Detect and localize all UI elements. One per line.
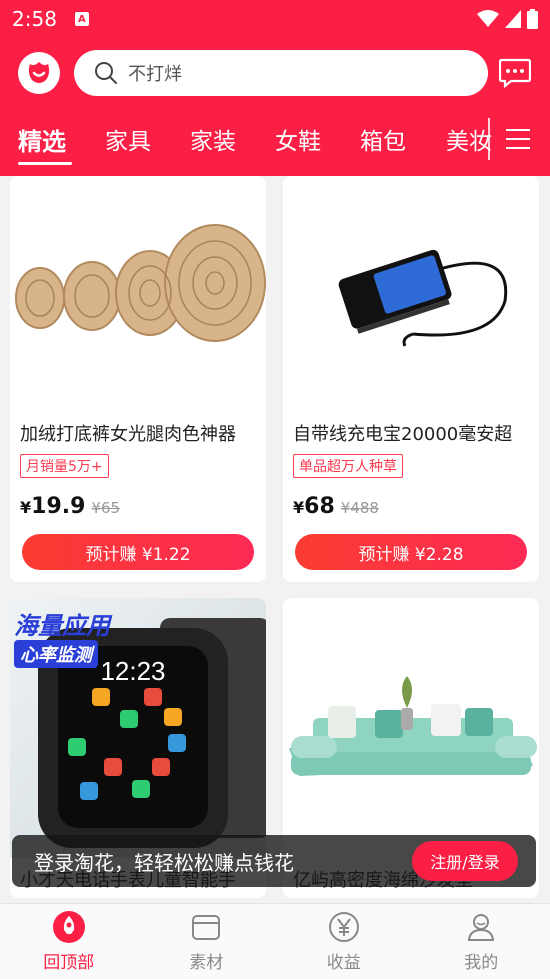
product-title: 加绒打底裤女光腿肉色神器 xyxy=(20,424,236,445)
sales-badge: 月销量5万+ xyxy=(20,454,109,478)
message-icon xyxy=(499,58,531,88)
tab-beauty[interactable]: 美妆 xyxy=(446,122,492,156)
yuan-icon xyxy=(327,910,361,944)
nav-label: 素材 xyxy=(189,953,224,973)
product-title: 自带线充电宝20000毫安超 xyxy=(293,424,513,445)
flower-logo-icon xyxy=(28,62,50,83)
product-price: ¥19.9 ¥65 xyxy=(20,494,121,519)
search-placeholder: 不打烊 xyxy=(128,64,182,85)
status-bar: 2:58 A xyxy=(0,0,550,38)
nav-label: 收益 xyxy=(326,953,361,973)
app-logo[interactable] xyxy=(18,52,60,94)
search-bar[interactable]: 不打烊 xyxy=(74,50,488,96)
notification-icon: A xyxy=(74,12,89,26)
tab-featured[interactable]: 精选 xyxy=(18,122,66,157)
nav-label: 回顶部 xyxy=(43,953,95,973)
image-caption: 海量应用 xyxy=(14,612,110,640)
product-card[interactable]: 加绒打底裤女光腿肉色神器 月销量5万+ ¥19.9 ¥65 预计赚 ¥1.22 xyxy=(10,176,266,582)
menu-icon[interactable] xyxy=(506,126,530,152)
bottom-navigation: 回顶部 素材 收益 我的 xyxy=(0,903,550,979)
nav-materials[interactable]: 素材 xyxy=(138,904,276,979)
tab-womens-shoes[interactable]: 女鞋 xyxy=(275,122,321,156)
nav-back-to-top[interactable]: 回顶部 xyxy=(0,904,138,979)
login-banner: 登录淘花，轻轻松松赚点钱花 注册/登录 xyxy=(12,835,536,887)
top-bar: 不打烊 xyxy=(0,38,550,108)
estimated-earn-button[interactable]: 预计赚 ¥2.28 xyxy=(295,534,527,570)
estimated-earn-button[interactable]: 预计赚 ¥1.22 xyxy=(22,534,254,570)
tab-divider xyxy=(488,118,490,160)
original-price: ¥65 xyxy=(91,499,121,517)
user-icon xyxy=(464,910,498,944)
sales-badge: 单品超万人种草 xyxy=(293,454,403,478)
original-price: ¥488 xyxy=(340,499,379,517)
status-time: 2:58 xyxy=(12,7,57,31)
nav-earnings[interactable]: 收益 xyxy=(275,904,413,979)
product-image xyxy=(283,176,539,401)
active-tab-indicator xyxy=(18,162,72,165)
product-image xyxy=(283,598,539,858)
battery-icon xyxy=(527,9,538,29)
tab-furniture[interactable]: 家具 xyxy=(105,122,151,156)
message-button[interactable] xyxy=(498,56,532,90)
rocket-icon xyxy=(52,910,86,944)
product-image xyxy=(10,176,266,401)
product-image: 12:23 海量应用 心率监测 xyxy=(10,598,266,858)
svg-text:12:23: 12:23 xyxy=(100,656,165,686)
signal-icon xyxy=(505,10,521,28)
nav-label: 我的 xyxy=(464,953,499,973)
tab-bags[interactable]: 箱包 xyxy=(360,122,406,156)
tab-home-decor[interactable]: 家装 xyxy=(190,122,236,156)
category-tabs: 精选 家具 家装 女鞋 箱包 美妆 xyxy=(0,108,550,176)
product-price: ¥68 ¥488 xyxy=(293,494,379,519)
folder-icon xyxy=(189,910,223,944)
image-caption: 心率监测 xyxy=(14,640,98,668)
search-icon xyxy=(95,62,117,84)
login-banner-text: 登录淘花，轻轻松松赚点钱花 xyxy=(34,850,294,875)
product-card[interactable]: 自带线充电宝20000毫安超 单品超万人种草 ¥68 ¥488 预计赚 ¥2.28 xyxy=(283,176,539,582)
wifi-icon xyxy=(477,10,499,27)
nav-profile[interactable]: 我的 xyxy=(413,904,550,979)
register-login-button[interactable]: 注册/登录 xyxy=(412,841,518,881)
